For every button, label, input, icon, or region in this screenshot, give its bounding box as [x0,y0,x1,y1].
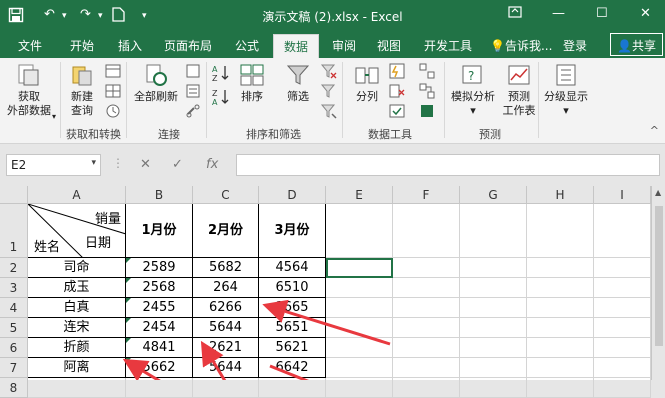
group-label-sort-filter: 排序和筛选 [246,128,301,141]
empty-cell[interactable] [460,378,527,398]
name-box[interactable]: E2 ▾ [6,154,101,176]
worksheet-grid: A B C D E F G H I 1 2 3 4 5 6 7 8 销量 日期 … [0,186,665,398]
sort-ascending-icon[interactable]: AZ [212,64,230,82]
forecast-sheet-button[interactable]: 预测 工作表 [502,62,536,118]
vertical-scrollbar[interactable]: ▲ [651,186,665,380]
login-link[interactable]: 登录 [563,37,587,54]
remove-duplicates-icon[interactable] [388,82,406,100]
tab-home[interactable]: 开始 [70,37,94,54]
formula-bar: E2 ▾ ⋮ ✕ ✓ fx [0,144,665,186]
ribbon: 获取 外部数据 ▾ 新建 查询 获取和转换 全部刷新 连接 AZ ZA 排序 筛… [0,58,665,144]
reapply-icon[interactable] [320,82,338,100]
database-icon [18,64,39,86]
data-model-icon[interactable] [418,102,436,120]
edit-links-icon[interactable] [184,102,202,120]
svg-text:A: A [212,98,218,106]
consolidate-icon[interactable] [418,62,436,80]
formula-input[interactable] [236,154,660,176]
from-table-icon[interactable] [104,82,122,100]
annotation-arrows [122,299,391,380]
sort-button[interactable]: 排序 [234,62,270,104]
arrow-to-d4 [262,299,391,346]
group-label-connections: 连接 [158,128,180,141]
scroll-up-icon[interactable]: ▲ [655,188,661,197]
cell-name-row8[interactable] [28,378,126,398]
advanced-filter-icon[interactable] [320,102,338,120]
ribbon-tab-bar: 文件 开始 插入 页面布局 公式 数据 审阅 视图 开发工具 💡告诉我... 登… [0,32,665,58]
tab-formulas[interactable]: 公式 [235,37,259,54]
minimize-icon[interactable]: — [552,6,565,21]
group-label-forecast: 预测 [479,128,501,141]
text-to-columns-button[interactable]: 分列 [348,62,386,104]
funnel-icon [286,65,310,85]
tab-insert[interactable]: 插入 [118,37,142,54]
sort-dialog-icon [240,64,264,86]
empty-cell[interactable] [393,378,460,398]
what-if-icon: ? [462,65,482,84]
empty-cell[interactable] [594,378,651,398]
insert-function-icon[interactable]: fx [206,157,218,172]
svg-text:Z: Z [212,74,218,82]
svg-text:A: A [212,65,218,74]
clear-filter-icon[interactable] [320,62,338,80]
maximize-icon[interactable]: ☐ [596,6,608,21]
window-title: 演示文稿 (2).xlsx - Excel [262,10,403,24]
data-validation-icon[interactable] [388,102,406,120]
outline-button[interactable]: 分级显示 ▾ [542,62,590,118]
name-box-dropdown-icon[interactable]: ▾ [91,158,96,168]
what-if-analysis-button[interactable]: ? 模拟分析 ▾ [448,62,498,118]
empty-cell[interactable] [326,378,393,398]
person-icon: 👤 [617,39,632,53]
show-queries-icon[interactable] [104,62,122,80]
svg-text:Z: Z [212,89,218,98]
tab-page-layout[interactable]: 页面布局 [164,37,212,54]
group-label-get-transform: 获取和转换 [66,128,121,141]
arrow-to-c6 [200,340,227,380]
properties-icon[interactable] [184,82,202,100]
cancel-icon[interactable]: ✕ [140,157,151,172]
outline-icon [556,64,576,86]
collapse-ribbon-icon[interactable]: ^ [650,124,659,137]
flash-fill-icon[interactable] [388,62,406,80]
tab-data[interactable]: 数据 [273,34,320,58]
tab-developer[interactable]: 开发工具 [424,37,472,54]
get-external-data-button[interactable]: 获取 外部数据 [4,62,54,118]
arrow-to-b7 [122,358,161,380]
formula-bar-handle[interactable]: ⋮ [112,156,124,170]
arrow-lower-right [269,364,310,380]
new-query-button[interactable]: 新建 查询 [62,62,102,118]
refresh-all-button[interactable]: 全部刷新 [130,62,182,104]
refresh-icon [146,64,167,86]
tab-file[interactable]: 文件 [18,37,42,54]
new-query-icon [72,66,92,86]
connections-icon[interactable] [184,62,202,80]
get-data-dropdown-icon[interactable]: ▾ [52,112,56,121]
tab-view[interactable]: 视图 [377,37,401,54]
empty-cell[interactable] [527,378,594,398]
filter-button[interactable]: 筛选 [280,62,316,104]
close-icon[interactable]: ✕ [640,6,651,21]
svg-text:?: ? [468,69,474,83]
tell-me-search[interactable]: 💡告诉我... [490,37,552,54]
tab-review[interactable]: 审阅 [332,37,356,54]
ribbon-display-options-icon[interactable] [508,6,522,22]
share-button[interactable]: 👤共享 [610,33,663,56]
sort-descending-icon[interactable]: ZA [212,88,230,106]
relationships-icon[interactable] [418,82,436,100]
forecast-chart-icon [508,65,530,85]
cell-mar-row8[interactable] [259,378,326,398]
cell-jan-row8[interactable] [126,378,193,398]
recent-sources-icon[interactable] [104,102,122,120]
text-to-columns-icon [355,67,379,84]
cell-feb-row8[interactable] [193,378,259,398]
lightbulb-icon: 💡 [490,39,505,53]
enter-icon[interactable]: ✓ [172,157,183,172]
group-label-data-tools: 数据工具 [368,128,412,141]
title-bar: ↶ ▾ ↷ ▾ ▾ 演示文稿 (2).xlsx - Excel — ☐ ✕ [0,0,665,32]
scroll-thumb[interactable] [655,206,663,346]
row-header-8[interactable]: 8 [0,378,28,398]
